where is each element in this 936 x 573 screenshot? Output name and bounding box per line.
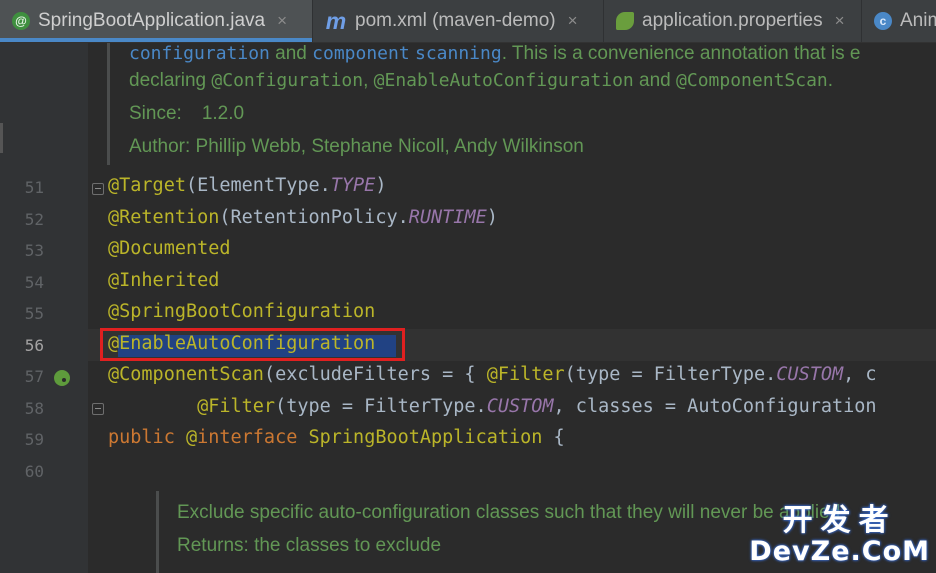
tab-springbootapplication-java[interactable]: @ SpringBootApplication.java × — [0, 0, 313, 42]
doc-block-bar — [107, 43, 110, 165]
doc-line-1: configuration and component scanning. Th… — [129, 43, 861, 64]
code-line-51: @Target(ElementType.TYPE) — [108, 175, 387, 196]
class-icon: c — [874, 12, 892, 30]
line-number: 51 — [24, 178, 44, 197]
doc-author: Author: Phillip Webb, Stephane Nicoll, A… — [129, 136, 584, 157]
fold-marker-icon[interactable] — [92, 403, 104, 415]
tab-pom-xml[interactable]: m pom.xml (maven-demo) × — [313, 0, 604, 42]
tab-label: application.properties — [642, 10, 823, 31]
tab-label: Anim — [900, 10, 936, 31]
code-line-57: @ComponentScan(excludeFilters = { @Filte… — [108, 364, 877, 385]
spring-bean-icon[interactable] — [54, 370, 70, 386]
tab-application-properties[interactable]: application.properties × — [604, 0, 862, 42]
code-line-54: @Inherited — [108, 270, 220, 291]
highlight-box — [100, 328, 405, 361]
code-line-58: @Filter(type = FilterType.CUSTOM, classe… — [197, 396, 877, 417]
gutter-marker — [0, 123, 3, 153]
line-number: 60 — [24, 462, 44, 481]
annotation-icon: @ — [12, 12, 30, 30]
line-number: 58 — [24, 399, 44, 418]
tab-anim[interactable]: c Anim — [862, 0, 936, 42]
close-tab-icon[interactable]: × — [835, 11, 845, 31]
code-line-52: @Retention(RetentionPolicy.RUNTIME) — [108, 207, 498, 228]
line-number: 52 — [24, 210, 44, 229]
tab-label: SpringBootApplication.java — [38, 10, 266, 31]
doc-exclude: Exclude specific auto-configuration clas… — [177, 502, 846, 523]
code-line-59: public @interface SpringBootApplication … — [108, 427, 565, 448]
tab-label: pom.xml (maven-demo) — [355, 10, 556, 31]
doc-line-2: declaring @Configuration, @EnableAutoCon… — [129, 70, 834, 91]
line-number: 57 — [24, 367, 44, 386]
doc-since: Since: 1.2.0 — [129, 103, 245, 124]
doc-block-bar — [156, 491, 159, 573]
code-line-55: @SpringBootConfiguration — [108, 301, 376, 322]
close-tab-icon[interactable]: × — [277, 11, 287, 31]
maven-icon: m — [325, 7, 347, 34]
watermark-logo: 开发者 DevZe.CoM — [749, 503, 930, 567]
line-number: 59 — [24, 430, 44, 449]
line-number: 53 — [24, 241, 44, 260]
spring-config-icon — [616, 12, 634, 30]
line-number: 56 — [24, 336, 44, 355]
code-line-53: @Documented — [108, 238, 231, 259]
line-number: 54 — [24, 273, 44, 292]
doc-returns: Returns: the classes to exclude — [177, 535, 442, 556]
code-editor[interactable]: configuration and component scanning. Th… — [0, 43, 936, 573]
close-tab-icon[interactable]: × — [568, 11, 578, 31]
line-number: 55 — [24, 304, 44, 323]
fold-marker-icon[interactable] — [92, 183, 104, 195]
editor-tab-bar: @ SpringBootApplication.java × m pom.xml… — [0, 0, 936, 43]
